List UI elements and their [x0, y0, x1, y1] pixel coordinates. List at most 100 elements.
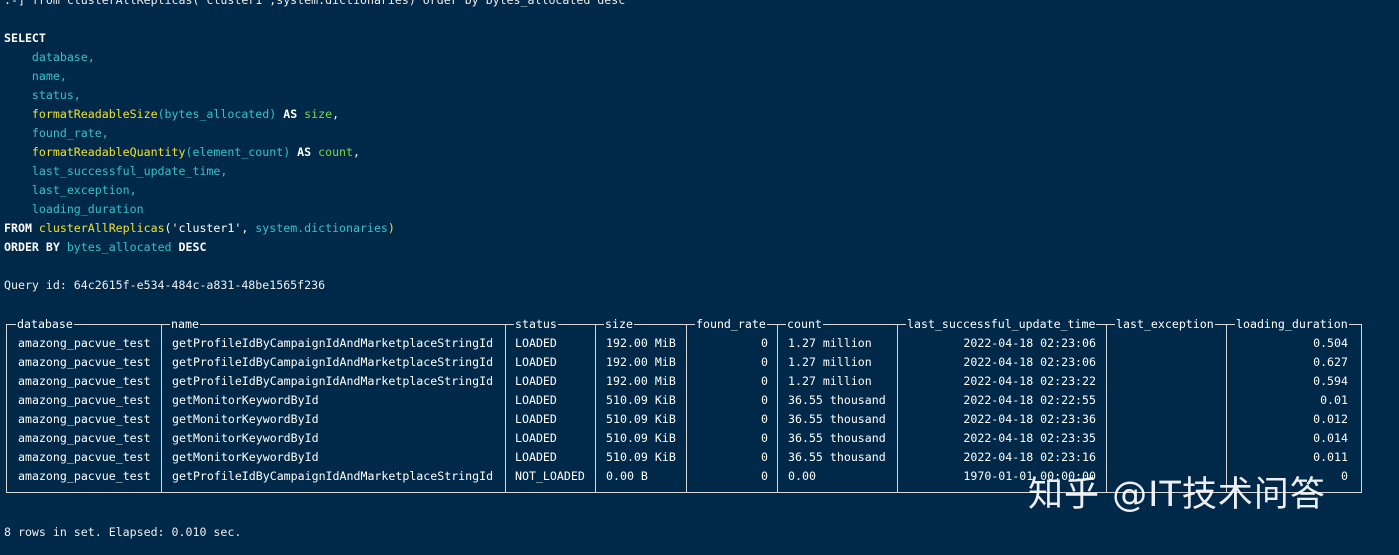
cell-name: getMonitorKeywordById [172, 450, 319, 464]
function-format-readable-quantity: formatReadableQuantity [31, 145, 186, 159]
select-keyword-line: SELECT [4, 29, 46, 48]
from-clause-line: FROM clusterAllReplicas('cluster1', syst… [4, 219, 395, 238]
cell-size: 510.09 KiB [606, 450, 676, 464]
function-cluster-all-replicas: clusterAllReplicas [38, 221, 165, 235]
table-row: amazong_pacvue_test getProfileIdByCampaig… [6, 334, 1362, 353]
cell-database: amazong_pacvue_test [18, 450, 151, 464]
field-loading-duration: loading_duration [31, 202, 144, 216]
table-row: amazong_pacvue_test getProfileIdByCampaig… [6, 372, 1362, 391]
function-format-readable-size: formatReadableSize [31, 107, 158, 121]
cell-loading-duration: 0.011 [1313, 450, 1348, 464]
cell-loading-duration: 0.504 [1313, 336, 1348, 350]
cell-name: getProfileIdByCampaignIdAndMarketplaceSt… [172, 469, 494, 483]
column-header-last-exception: last_exception [1115, 315, 1215, 334]
cell-name: getMonitorKeywordById [172, 412, 319, 426]
cell-loading-duration: 0.014 [1313, 431, 1348, 445]
cell-count: 36.55 thousand [788, 450, 886, 464]
cell-name: getMonitorKeywordById [172, 393, 319, 407]
table-row: amazong_pacvue_test getMonitorKeywordById… [6, 391, 1362, 410]
cell-count: 1.27 million [788, 355, 872, 369]
field-line-name: name, [4, 67, 67, 86]
cell-status: LOADED [515, 355, 557, 369]
arg-bytes-allocated: (bytes_allocated) [157, 107, 277, 121]
previous-query-line: :-] from clusterAllReplicas('cluster1',s… [4, 0, 626, 7]
cell-loading-duration: 0.627 [1313, 355, 1348, 369]
watermark-logo: 知乎 @IT技术问答 [1028, 475, 1326, 515]
cell-name: getProfileIdByCampaignIdAndMarketplaceSt… [172, 374, 494, 388]
column-header-size: size [604, 315, 634, 334]
field-line-loading-duration: loading_duration [4, 200, 144, 219]
table-row: amazong_pacvue_test getProfileIdByCampaig… [6, 353, 1362, 372]
cell-status: LOADED [515, 412, 557, 426]
result-table: database name status size found_rate cou… [6, 315, 1362, 497]
field-status: status, [31, 88, 81, 102]
cell-found-rate: 0 [761, 374, 768, 388]
field-line-last-exception: last_exception, [4, 181, 137, 200]
cell-last-successful-update-time: 2022-04-18 02:22:55 [963, 393, 1096, 407]
order-by-keyword: ORDER BY [4, 240, 67, 254]
field-line-database: database, [4, 48, 95, 67]
select-keyword: SELECT [4, 31, 46, 45]
cell-count: 1.27 million [788, 336, 872, 350]
column-header-name: name [170, 315, 200, 334]
cell-database: amazong_pacvue_test [18, 412, 151, 426]
cell-size: 192.00 MiB [606, 355, 676, 369]
field-database: database, [31, 50, 95, 64]
cell-last-successful-update-time: 2022-04-18 02:23:36 [963, 412, 1096, 426]
cell-last-exception [1109, 353, 1219, 372]
alias-count: count [318, 145, 354, 159]
cell-name: getProfileIdByCampaignIdAndMarketplaceSt… [172, 336, 494, 350]
table-row: amazong_pacvue_test getMonitorKeywordById… [6, 410, 1362, 429]
cell-name: getProfileIdByCampaignIdAndMarketplaceSt… [172, 355, 494, 369]
cell-found-rate: 0 [761, 450, 768, 464]
cell-database: amazong_pacvue_test [18, 393, 151, 407]
field-line-count: formatReadableQuantity(element_count) AS… [4, 143, 360, 162]
cell-last-exception [1109, 372, 1219, 391]
cell-size: 510.09 KiB [606, 412, 676, 426]
terminal-window[interactable]: :-] from clusterAllReplicas('cluster1',s… [0, 0, 1399, 555]
cell-last-exception [1109, 334, 1219, 353]
cell-name: getMonitorKeywordById [172, 431, 319, 445]
cell-loading-duration: 0.594 [1313, 374, 1348, 388]
from-argument-table: system.dictionaries [255, 221, 388, 235]
cell-size: 510.09 KiB [606, 393, 676, 407]
column-header-last-successful-update-time: last_successful_update_time [906, 315, 1097, 334]
table-row: amazong_pacvue_test getMonitorKeywordById… [6, 429, 1362, 448]
cell-status: LOADED [515, 336, 557, 350]
cell-found-rate: 0 [761, 393, 768, 407]
cell-last-exception [1109, 448, 1219, 467]
field-found-rate: found_rate, [31, 126, 109, 140]
cell-status: NOT_LOADED [515, 469, 585, 483]
cell-database: amazong_pacvue_test [18, 431, 151, 445]
column-header-found-rate: found_rate [695, 315, 767, 334]
cell-count: 1.27 million [788, 374, 872, 388]
cell-found-rate: 0 [761, 412, 768, 426]
cell-last-successful-update-time: 2022-04-18 02:23:06 [963, 336, 1096, 350]
cell-database: amazong_pacvue_test [18, 336, 151, 350]
cell-status: LOADED [515, 431, 557, 445]
result-footer: 8 rows in set. Elapsed: 0.010 sec. [4, 525, 242, 539]
cell-last-successful-update-time: 2022-04-18 02:23:22 [963, 374, 1096, 388]
as-keyword: AS [290, 145, 319, 159]
cell-count: 36.55 thousand [788, 431, 886, 445]
order-direction: DESC [171, 240, 207, 254]
cell-database: amazong_pacvue_test [18, 469, 151, 483]
cell-last-successful-update-time: 2022-04-18 02:23:16 [963, 450, 1096, 464]
cell-status: LOADED [515, 450, 557, 464]
cell-last-exception [1109, 391, 1219, 410]
cell-size: 510.09 KiB [606, 431, 676, 445]
arg-element-count: (element_count) [185, 145, 291, 159]
order-by-column: bytes_allocated [66, 240, 172, 254]
cell-size: 192.00 MiB [606, 336, 676, 350]
cell-database: amazong_pacvue_test [18, 374, 151, 388]
as-keyword: AS [276, 107, 305, 121]
order-by-line: ORDER BY bytes_allocated DESC [4, 238, 206, 257]
column-header-loading-duration: loading_duration [1235, 315, 1349, 334]
cell-count: 36.55 thousand [788, 412, 886, 426]
comma: , [353, 145, 360, 159]
column-header-status: status [514, 315, 558, 334]
cell-status: LOADED [515, 393, 557, 407]
cell-last-successful-update-time: 2022-04-18 02:23:06 [963, 355, 1096, 369]
column-header-database: database [16, 315, 74, 334]
cell-last-successful-update-time: 2022-04-18 02:23:35 [963, 431, 1096, 445]
